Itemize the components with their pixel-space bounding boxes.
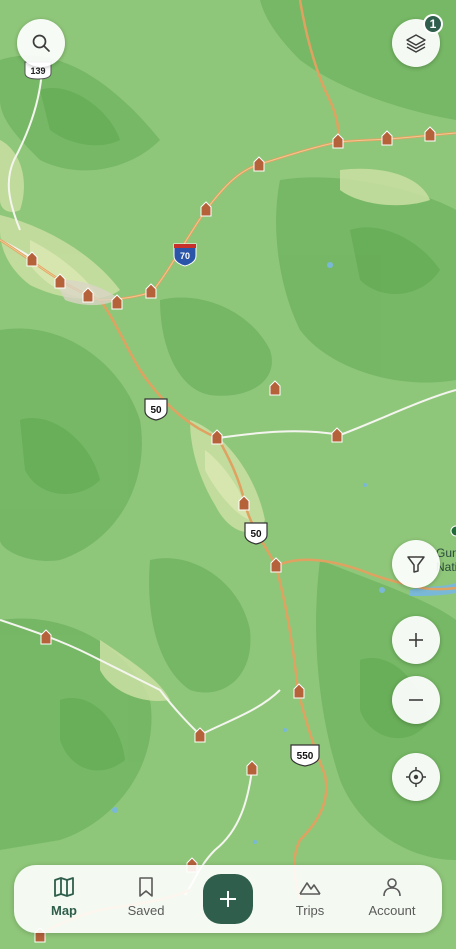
filter-icon	[407, 556, 425, 573]
bottom-nav-bar: Map Saved Trips Account	[14, 865, 442, 933]
nav-item-saved[interactable]: Saved	[106, 875, 186, 927]
minus-icon	[409, 699, 423, 701]
nav-item-trips[interactable]: Trips	[270, 875, 350, 927]
zoom-in-button[interactable]	[392, 616, 440, 664]
bookmark-icon	[139, 877, 153, 897]
nav-item-label: Account	[368, 903, 416, 918]
shield-label: 70	[180, 251, 190, 261]
highway-shield-550: 550	[290, 744, 320, 767]
layers-icon	[406, 34, 426, 53]
layers-badge: 1	[423, 14, 443, 34]
locate-button[interactable]	[392, 753, 440, 801]
person-icon	[383, 878, 401, 897]
nav-item-label: Saved	[127, 903, 165, 918]
nav-item-account[interactable]: Account	[352, 875, 432, 927]
shield-label: 550	[297, 751, 314, 762]
plus-icon	[409, 633, 423, 647]
zoom-out-button[interactable]	[392, 676, 440, 724]
filter-button[interactable]	[392, 540, 440, 588]
add-button[interactable]	[203, 874, 253, 924]
nav-item-label: Trips	[295, 903, 325, 918]
shield-label: 139	[30, 66, 45, 76]
mountain-icon	[299, 882, 321, 895]
search-icon	[32, 34, 50, 52]
highway-shield-70: 70	[173, 243, 197, 267]
search-button[interactable]	[17, 19, 65, 67]
nav-item-map[interactable]: Map	[24, 875, 104, 927]
layers-button[interactable]: 1	[392, 14, 443, 67]
highway-shield-50: 50	[144, 398, 168, 421]
shield-label: 50	[250, 529, 262, 540]
nav-item-label: Map	[51, 903, 77, 918]
shield-label: 50	[150, 405, 162, 416]
crosshair-icon	[406, 767, 426, 787]
plus-icon	[220, 891, 236, 907]
map-icon	[54, 877, 74, 897]
highway-shield-50: 50	[244, 522, 268, 545]
map-canvas[interactable]: 139 70 50 50 550	[0, 0, 456, 949]
